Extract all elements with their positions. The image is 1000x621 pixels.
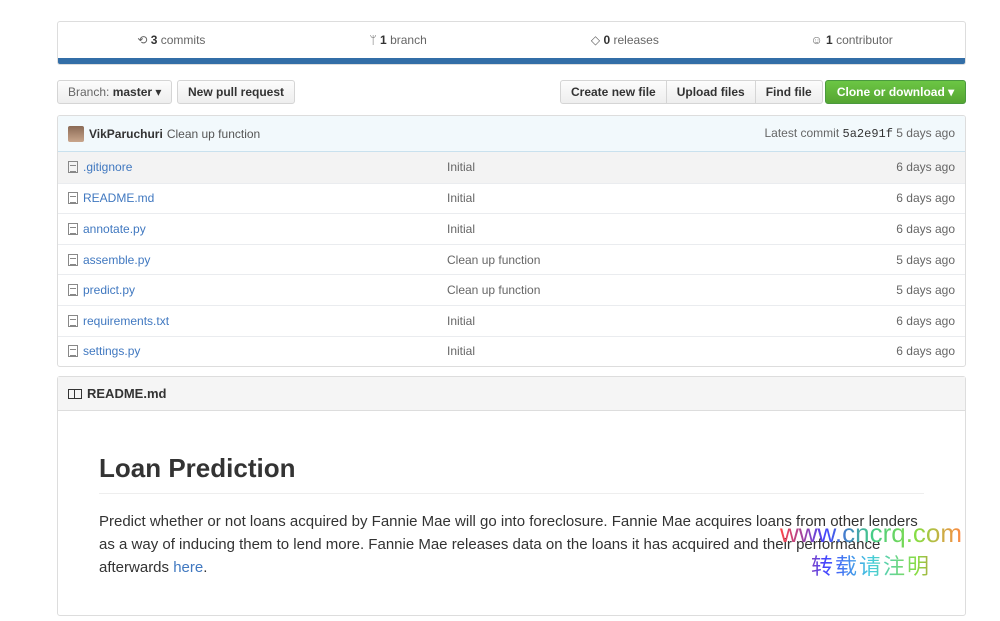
upload-files-button[interactable]: Upload files [665,80,756,104]
file-name-link[interactable]: .gitignore [83,160,447,174]
file-name-link[interactable]: settings.py [83,344,447,358]
file-icon [68,345,78,358]
history-icon: ⟲ [137,33,151,47]
tag-icon: ◇ [590,33,604,47]
find-file-button[interactable]: Find file [754,80,823,104]
file-age: 5 days ago [896,252,955,267]
file-commit-message[interactable]: Initial [447,344,475,358]
file-name-link[interactable]: assemble.py [83,253,447,267]
repo-summary: ⟲ 3 commits ᛘ 1 branch ◇ 0 releases ☺ 1 … [57,21,966,65]
releases-link[interactable]: ◇ 0 releases [512,33,739,47]
file-commit-message[interactable]: Initial [447,191,475,205]
file-commit-message[interactable]: Initial [447,222,475,236]
file-commit-message[interactable]: Clean up function [447,253,540,267]
file-row: annotate.py Initial 6 days ago [58,213,965,244]
file-row: assemble.py Clean up function 5 days ago [58,243,965,275]
commit-author[interactable]: VikParuchuri [89,127,163,141]
file-icon [68,222,78,235]
file-icon [68,161,78,174]
caret-down-icon: ▾ [948,85,955,99]
branches-link[interactable]: ᛘ 1 branch [285,33,512,47]
branch-select[interactable]: Branch: master ▾ [57,80,173,104]
file-row: README.md Initial 6 days ago [58,182,965,214]
commit-message[interactable]: Clean up function [167,127,260,141]
file-icon [68,314,78,327]
readme-header: README.md [87,386,167,401]
file-commit-message[interactable]: Initial [447,314,475,328]
file-row: settings.py Initial 6 days ago [58,335,965,367]
readme-panel: README.md Loan Prediction Predict whethe… [57,376,966,616]
readme-paragraph: Predict whether or not loans acquired by… [99,513,918,576]
new-pull-request-button[interactable]: New pull request [177,80,296,104]
file-name-link[interactable]: requirements.txt [83,314,447,328]
file-row: predict.py Clean up function 5 days ago [58,274,965,305]
contributors-link[interactable]: ☺ 1 contributor [738,33,965,47]
create-new-file-button[interactable]: Create new file [560,80,667,104]
book-icon [68,388,82,399]
file-icon [68,284,78,297]
file-age: 6 days ago [896,221,955,236]
file-name-link[interactable]: README.md [83,191,447,205]
here-link[interactable]: here [173,559,203,576]
file-age: 6 days ago [896,191,955,206]
caret-down-icon: ▾ [155,85,162,99]
clone-or-download-button[interactable]: Clone or download ▾ [825,80,966,104]
avatar[interactable] [68,125,84,142]
file-name-link[interactable]: predict.py [83,283,447,297]
file-age: 6 days ago [896,160,955,175]
file-age: 6 days ago [896,313,955,328]
file-icon [68,192,78,205]
file-age: 5 days ago [896,283,955,298]
file-age: 6 days ago [896,344,955,359]
file-row: requirements.txt Initial 6 days ago [58,304,965,336]
commits-link[interactable]: ⟲ 3 commits [58,33,285,47]
file-commit-message[interactable]: Initial [447,160,475,174]
branch-icon: ᛘ [369,33,381,47]
language-bar [58,58,965,64]
file-commit-message[interactable]: Clean up function [447,283,540,297]
commit-sha[interactable]: 5a2e91f [843,127,893,141]
readme-title: Loan Prediction [99,453,924,494]
people-icon: ☺ [810,33,827,47]
file-row: .gitignore Initial 6 days ago [58,152,965,183]
file-name-link[interactable]: annotate.py [83,222,447,236]
file-list: VikParuchuri Clean up function Latest co… [57,115,966,368]
file-icon [68,253,78,266]
latest-commit-bar: VikParuchuri Clean up function Latest co… [58,116,965,152]
